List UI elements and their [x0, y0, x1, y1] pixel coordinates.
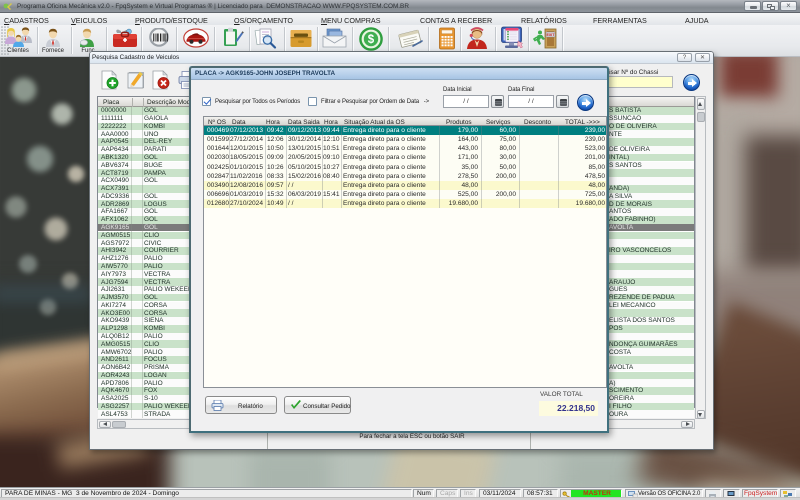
svg-text:$: $: [368, 34, 375, 46]
svg-text:EXIT: EXIT: [547, 33, 556, 37]
